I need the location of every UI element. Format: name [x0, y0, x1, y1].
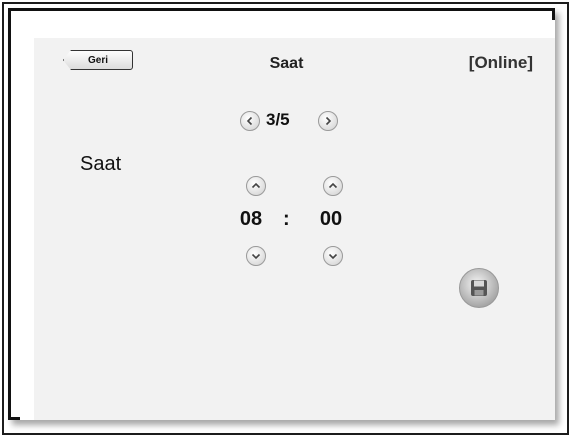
minute-value: 00 [319, 208, 343, 230]
time-separator: : [283, 208, 290, 230]
page-indicator: 3/5 [266, 110, 290, 129]
floppy-disk-icon [471, 280, 487, 296]
prev-page-button[interactable] [240, 111, 260, 131]
chevron-down-icon [251, 253, 261, 260]
chevron-up-icon [251, 182, 261, 189]
minute-down-button[interactable] [323, 246, 343, 266]
chevron-up-icon [328, 182, 338, 189]
next-page-button[interactable] [318, 111, 338, 131]
chevron-left-icon [246, 116, 253, 126]
hour-value: 08 [239, 208, 263, 230]
save-button[interactable] [459, 268, 499, 308]
hour-down-button[interactable] [246, 246, 266, 266]
chevron-down-icon [328, 253, 338, 260]
chevron-right-icon [325, 116, 332, 126]
setting-label: Saat [80, 153, 122, 175]
hour-up-button[interactable] [246, 176, 266, 196]
connection-status: [Online] [468, 53, 533, 72]
minute-up-button[interactable] [323, 176, 343, 196]
